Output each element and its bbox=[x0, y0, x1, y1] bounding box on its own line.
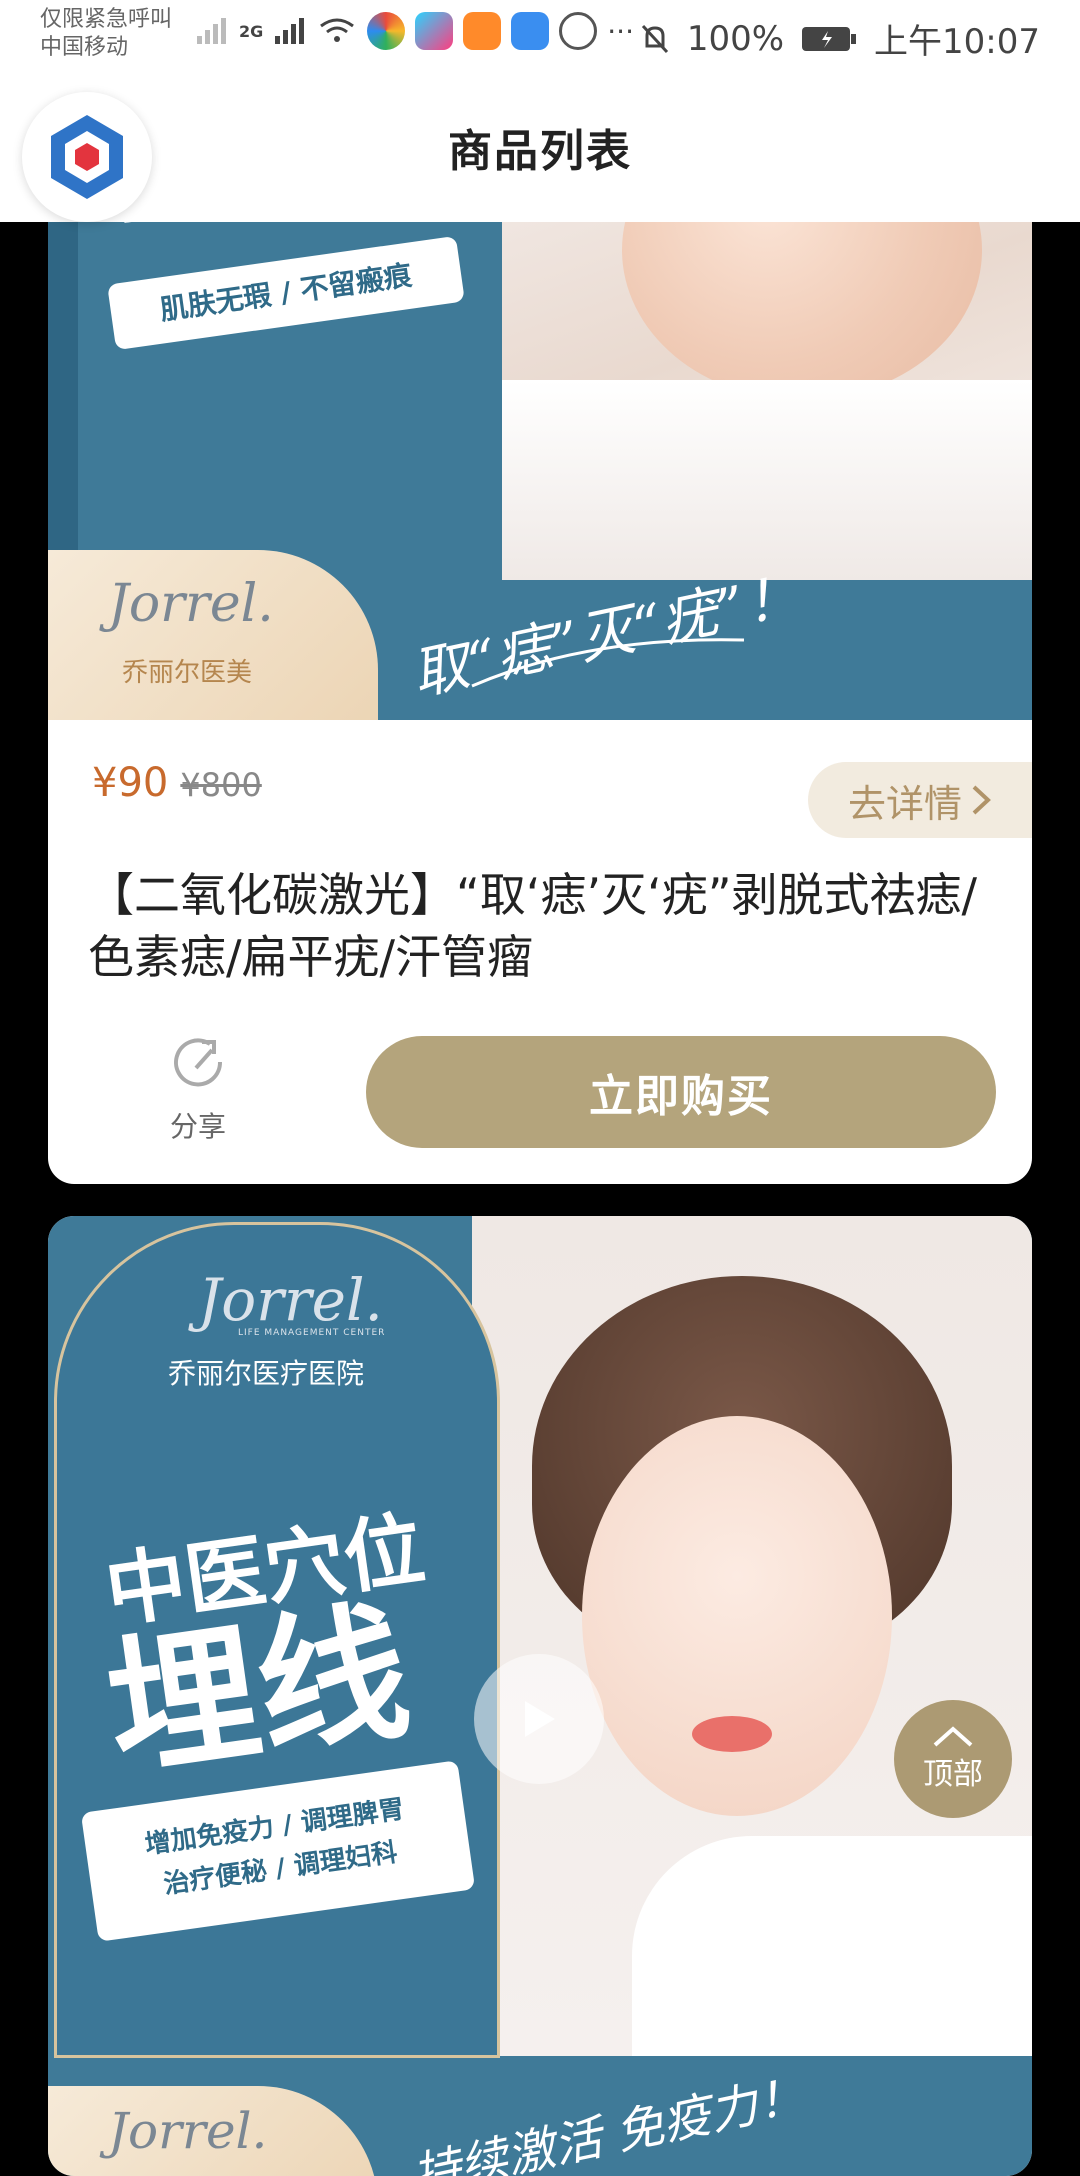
banner-slogan: 持续激活 免疫力！ bbox=[407, 2066, 810, 2176]
brand-tab: Jorrel. bbox=[48, 2086, 378, 2176]
play-icon[interactable] bbox=[474, 1654, 604, 1784]
product-card[interactable]: 肌肤无瑕 / 不留瘢痕 Jorrel. 乔丽尔医美 取“痣”灭“疣”！ ¥90 … bbox=[48, 160, 1032, 1184]
app-logo[interactable] bbox=[22, 92, 152, 222]
details-button[interactable]: 去详情 bbox=[808, 762, 1032, 838]
app-icon bbox=[367, 12, 406, 50]
model-lips bbox=[692, 1716, 772, 1752]
battery-icon bbox=[802, 26, 857, 51]
page-title: 商品列表 bbox=[448, 126, 632, 177]
brand-logo-script: Jorrel. bbox=[198, 1266, 383, 1334]
status-bar: 仅限紧急呼叫 中国移动 2G ··· 100% 上午10:07 bbox=[0, 0, 1080, 72]
share-label: 分享 bbox=[169, 1110, 226, 1143]
brand-name: 乔丽尔医美 bbox=[122, 658, 253, 688]
play-triangle-icon bbox=[525, 1701, 555, 1737]
current-price: ¥90 bbox=[92, 760, 169, 806]
share-button[interactable]: 分享 bbox=[158, 1030, 238, 1145]
product-banner[interactable]: Jorrel. LIFE MANAGEMENT CENTER 乔丽尔医疗医院 中… bbox=[48, 1216, 1032, 2176]
sweater bbox=[502, 380, 1032, 580]
carrier-info: 仅限紧急呼叫 中国移动 bbox=[40, 6, 172, 62]
product-title: 【二氧化碳激光】“取‘痣’灭‘疣”剥脱式祛痣/色素痣/扁平疣/汗管瘤 bbox=[88, 868, 978, 984]
back-to-top-label: 顶部 bbox=[923, 1757, 983, 1792]
brand-logo-script: Jorrel. bbox=[108, 574, 274, 634]
buy-now-button[interactable]: 立即购买 bbox=[366, 1036, 996, 1148]
details-label: 去详情 bbox=[847, 781, 962, 826]
clock: 上午10:07 bbox=[874, 22, 1040, 62]
product-banner[interactable]: 肌肤无瑕 / 不留瘢痕 Jorrel. 乔丽尔医美 取“痣”灭“疣”！ bbox=[48, 160, 1032, 720]
carrier-line2: 中国移动 bbox=[40, 35, 129, 60]
network-type: 2G bbox=[239, 21, 264, 41]
model-sweater bbox=[632, 1836, 1032, 2056]
share-icon bbox=[174, 1038, 223, 1087]
youku-icon bbox=[415, 12, 454, 50]
brand-logo-script: Jorrel. bbox=[108, 2102, 268, 2160]
banner-tag: 肌肤无瑕 / 不留瘢痕 bbox=[107, 235, 465, 351]
banner-photo bbox=[472, 1216, 1032, 2056]
status-icons: 2G ··· bbox=[195, 12, 634, 50]
battery-percent: 100% bbox=[686, 18, 785, 59]
hand-icon bbox=[559, 12, 598, 50]
carrier-line1: 仅限紧急呼叫 bbox=[40, 7, 173, 32]
hexagon-logo-icon bbox=[51, 115, 123, 199]
more-notifications: ··· bbox=[607, 14, 634, 48]
brand-sub: LIFE MANAGEMENT CENTER bbox=[238, 1328, 386, 1338]
chevron-up-icon bbox=[933, 1726, 973, 1747]
slogan-underline bbox=[471, 638, 745, 688]
brand-tab: Jorrel. 乔丽尔医美 bbox=[48, 550, 378, 720]
price-row: ¥90 ¥800 bbox=[92, 760, 262, 806]
mute-icon bbox=[641, 24, 668, 53]
product-card[interactable]: Jorrel. LIFE MANAGEMENT CENTER 乔丽尔医疗医院 中… bbox=[48, 1216, 1032, 2176]
status-right: 100% 上午10:07 bbox=[639, 14, 1040, 63]
signal-icon bbox=[275, 18, 305, 44]
app-icon bbox=[511, 12, 550, 50]
chevron-right-icon bbox=[972, 785, 991, 815]
back-to-top-button[interactable]: 顶部 bbox=[894, 1700, 1012, 1818]
nav-bar: 商品列表 bbox=[0, 72, 1080, 222]
original-price: ¥800 bbox=[180, 766, 262, 804]
signal-icon bbox=[197, 18, 226, 44]
model-face bbox=[582, 1416, 892, 1816]
brand-name: 乔丽尔医疗医院 bbox=[168, 1357, 365, 1390]
video-app-icon bbox=[463, 12, 502, 50]
wifi-icon bbox=[320, 18, 355, 42]
